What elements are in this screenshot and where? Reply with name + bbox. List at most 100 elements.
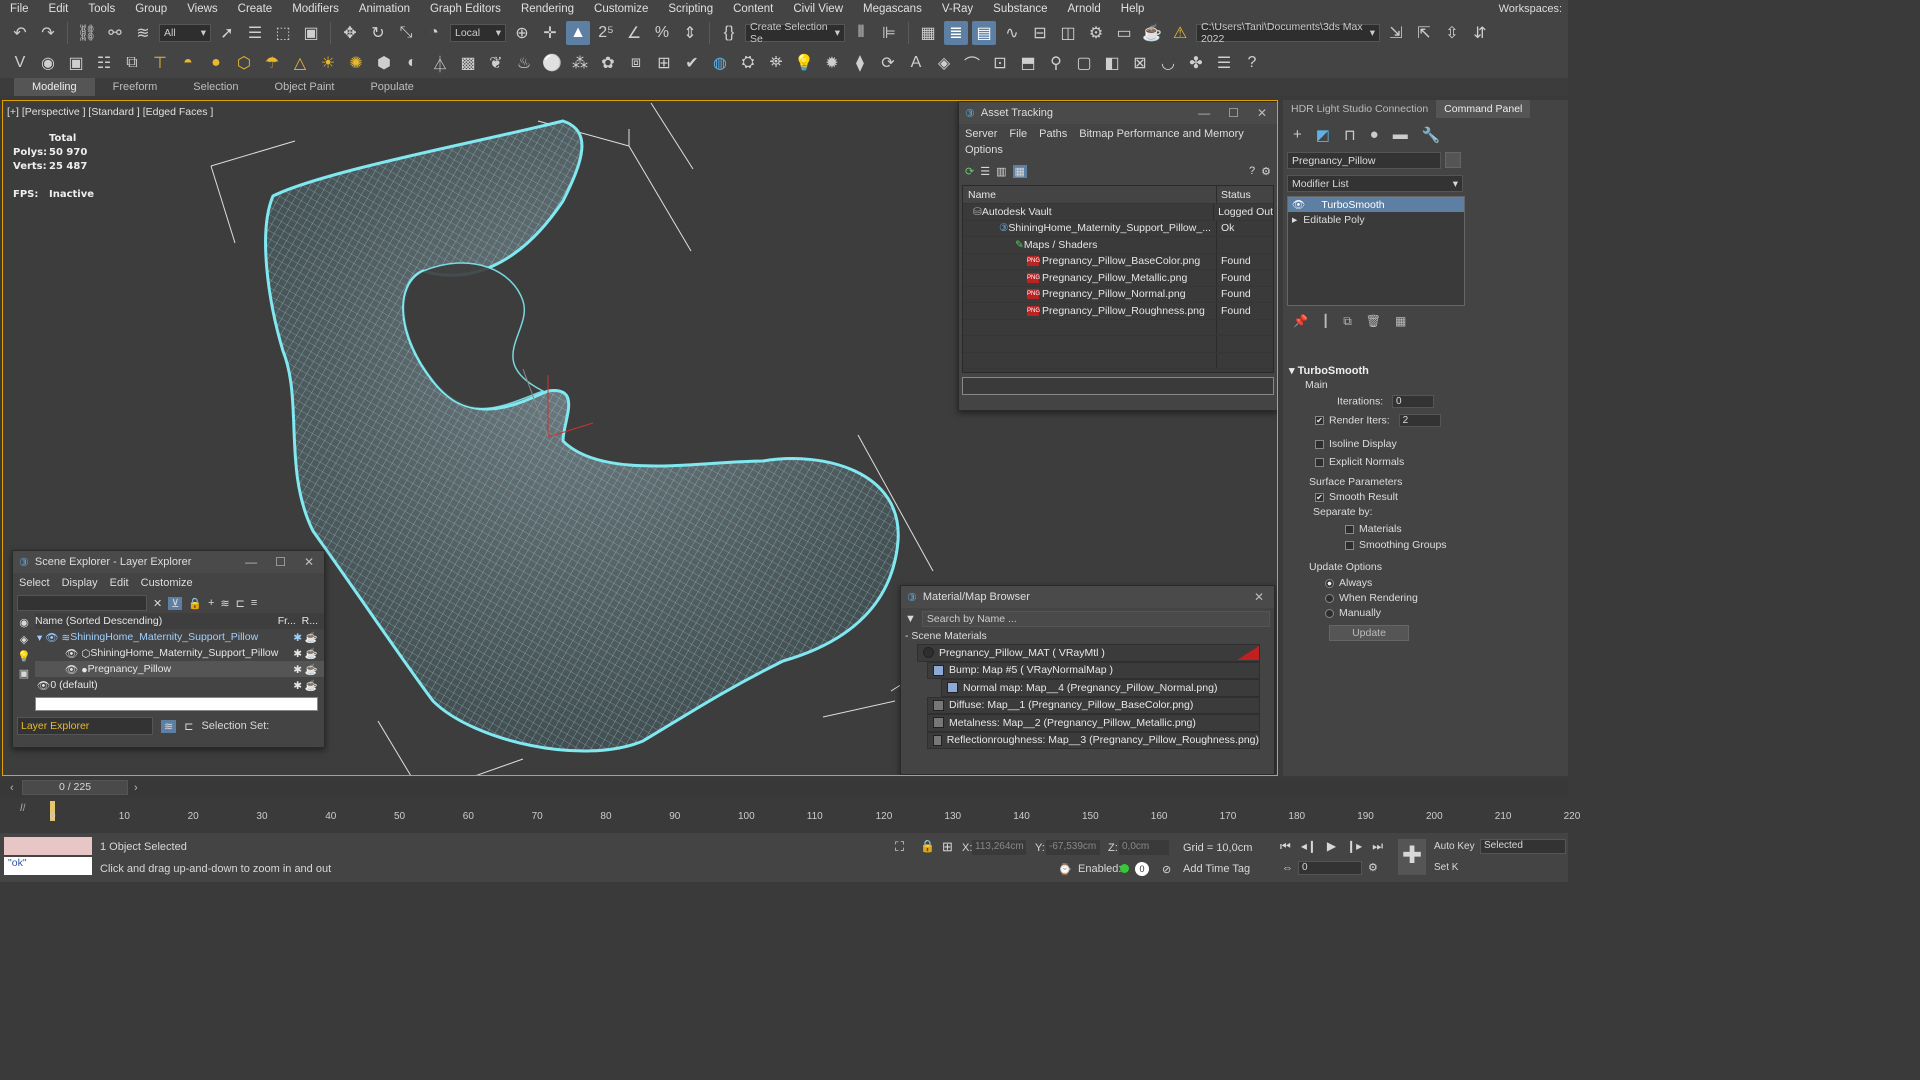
display-tab-icon[interactable]: ▬ <box>1393 126 1408 144</box>
schematic-view-icon[interactable]: ⊟ <box>1028 21 1052 45</box>
smooth-result-checkbox[interactable]: ✔ <box>1315 492 1324 502</box>
project-folder-dropdown[interactable]: C:\Users\Tani\Documents\3ds Max 2022 ▾ <box>1196 21 1380 45</box>
menu-item-edit[interactable]: Edit <box>39 3 79 15</box>
asset-row[interactable]: PNG Pregnancy_Pillow_BaseColor.png Found <box>963 253 1273 270</box>
arnold-text-icon[interactable]: A <box>904 51 928 75</box>
arnold-portal-icon[interactable]: ⊡ <box>988 51 1012 75</box>
previous-key-icon[interactable]: ◂❙ <box>1301 839 1317 854</box>
material-browser-titlebar[interactable]: ③ Material/Map Browser ✕ <box>901 586 1274 608</box>
sky-icon[interactable]: ✺ <box>344 51 368 75</box>
set-key-button[interactable]: Set K <box>1434 862 1458 873</box>
globe-icon[interactable]: ◍ <box>708 51 732 75</box>
asset-tracking-options-menu[interactable]: Options <box>959 144 1277 160</box>
named-selection-dropdown[interactable]: Create Selection Se ▾ <box>745 21 845 45</box>
always-radio[interactable] <box>1325 578 1334 588</box>
render-production-icon[interactable]: ☕ <box>1140 21 1164 45</box>
layers-icon[interactable]: ≋ <box>220 597 229 610</box>
motion-tab-icon[interactable]: ● <box>1370 126 1379 144</box>
angle-snap-icon[interactable]: ∠ <box>622 21 646 45</box>
arnold-render-icon[interactable]: ⛭ <box>736 51 760 75</box>
frame-icon[interactable]: ⊠ <box>1128 51 1152 75</box>
material-row[interactable]: Pregnancy_Pillow_MAT ( VRayMtl ) <box>917 644 1260 662</box>
arnold-scene-icon[interactable]: ⬒ <box>1016 51 1040 75</box>
camera-icon[interactable]: ▣ <box>64 51 88 75</box>
clear-icon[interactable]: ✕ <box>153 597 162 610</box>
map-row[interactable]: Bump: Map #5 ( VRayNormalMap ) <box>927 661 1260 679</box>
layout-icon[interactable]: ◧ <box>1100 51 1124 75</box>
scale-icon[interactable]: ⤡ <box>394 21 418 45</box>
arnold-curve-icon[interactable]: ⌒ <box>960 51 984 75</box>
map-row[interactable]: Reflectionroughness: Map__3 (Pregnancy_P… <box>927 731 1260 749</box>
object-color-swatch[interactable] <box>1445 152 1461 168</box>
select-object-icon[interactable]: ➚ <box>215 21 239 45</box>
plane-icon[interactable]: ⏃ <box>428 51 452 75</box>
menu-item-content[interactable]: Content <box>723 3 783 15</box>
dropdown-arrow-icon[interactable]: ▼ <box>905 613 916 625</box>
list-view-icon[interactable]: ☰ <box>1212 51 1236 75</box>
scene-explorer-icon[interactable]: ▦ <box>916 21 940 45</box>
map-row[interactable]: Metalness: Map__2 (Pregnancy_Pillow_Meta… <box>927 714 1260 732</box>
freeze-render-icon[interactable]: ✱ ☕ <box>293 647 324 660</box>
make-unique-icon[interactable]: ⧉ <box>1343 314 1352 329</box>
pin-stack-icon[interactable]: 📌 <box>1293 314 1308 329</box>
window-crossing-icon[interactable]: ▣ <box>299 21 323 45</box>
stack-item-turbosmooth[interactable]: 👁 TurboSmooth <box>1288 197 1464 212</box>
next-key-icon[interactable]: ❙▸ <box>1346 839 1362 854</box>
asset-row[interactable]: PNG Pregnancy_Pillow_Roughness.png Found <box>963 303 1273 320</box>
decal-icon[interactable]: ▩ <box>456 51 480 75</box>
explicit-normals-checkbox[interactable] <box>1315 457 1324 467</box>
menu-item-create[interactable]: Create <box>228 3 283 15</box>
table-view-icon[interactable]: ▦ <box>1012 164 1027 178</box>
absolute-mode-icon[interactable]: ⊞ <box>942 839 953 855</box>
grass-icon[interactable]: ❦ <box>484 51 508 75</box>
close-icon[interactable]: ✕ <box>1254 590 1264 604</box>
link-icon[interactable]: ⛓ <box>75 21 99 45</box>
project-save-icon[interactable]: ⇵ <box>1468 21 1492 45</box>
frozen-header[interactable]: Fr... <box>278 615 296 627</box>
asset-row[interactable]: ⛁ Autodesk Vault Logged Out <box>963 204 1273 221</box>
project-create-icon[interactable]: ⇱ <box>1412 21 1436 45</box>
when-rendering-radio[interactable] <box>1325 593 1334 603</box>
scene-menu-display[interactable]: Display <box>62 577 98 589</box>
track-bar[interactable]: 𝐼/ 0 10 20 30 40 50 60 70 80 90 100 110 120 130 140 150… <box>0 797 1580 833</box>
display-none-icon[interactable]: ◉ <box>19 616 29 629</box>
ies-light-icon[interactable]: ☂ <box>260 51 284 75</box>
help-icon[interactable]: ? <box>1240 51 1264 75</box>
ambient-light-icon[interactable]: △ <box>288 51 312 75</box>
isolate-selection-icon[interactable]: ⛶ <box>895 839 904 855</box>
rotate-icon[interactable]: ↻ <box>366 21 390 45</box>
select-manipulate-icon[interactable]: ✛ <box>538 21 562 45</box>
redo-icon[interactable]: ↷ <box>36 21 60 45</box>
go-to-start-icon[interactable]: ⏮ <box>1280 839 1291 854</box>
visibility-eye-icon[interactable]: 👁 ● <box>65 663 88 676</box>
manually-radio[interactable] <box>1325 608 1334 618</box>
remove-modifier-icon[interactable]: 🗑 <box>1366 314 1381 329</box>
layer-row[interactable]: ▾ 👁 ≋ ShiningHome_Maternity_Support_Pill… <box>35 629 324 645</box>
key-mode-icon[interactable]: ⇔ <box>1282 862 1293 874</box>
selection-filter-dropdown[interactable]: All ▾ <box>159 24 211 42</box>
reference-coordinate-dropdown[interactable]: Local ▾ <box>450 24 506 42</box>
create-tab-icon[interactable]: + <box>1293 126 1302 144</box>
move-icon[interactable]: ✥ <box>338 21 362 45</box>
ribbon-tab-selection[interactable]: Selection <box>175 78 256 96</box>
scene-materials-section[interactable]: - Scene Materials <box>901 630 1274 642</box>
place-icon[interactable]: ◔ <box>422 21 446 45</box>
fx-icon[interactable]: ✤ <box>1184 51 1208 75</box>
tab-hdr-light-studio[interactable]: HDR Light Studio Connection <box>1283 103 1436 115</box>
play-icon[interactable]: ▶ <box>1327 839 1336 854</box>
arnold-bulb-icon[interactable]: ⚲ <box>1044 51 1068 75</box>
menu-item-animation[interactable]: Animation <box>349 3 420 15</box>
menu-item-graph-editors[interactable]: Graph Editors <box>420 3 511 15</box>
keyboard-shortcut-override-icon[interactable]: ▲ <box>566 21 590 45</box>
hierarchy-icon[interactable]: ⊏ <box>236 597 245 610</box>
arnold-icon[interactable]: ◉ <box>36 51 60 75</box>
ribbon-tab-freeform[interactable]: Freeform <box>95 78 176 96</box>
y-coordinate-field[interactable]: -67,539cm <box>1046 840 1100 855</box>
bind-spacewarp-icon[interactable]: ≋ <box>131 21 155 45</box>
adaptive-degradation-icon[interactable]: 0 <box>1135 862 1149 876</box>
materials-checkbox[interactable] <box>1345 524 1354 534</box>
asset-row[interactable]: ✎ Maps / Shaders <box>963 237 1273 254</box>
display-lights-icon[interactable]: 💡 <box>17 650 31 663</box>
scene-menu-customize[interactable]: Customize <box>141 577 193 589</box>
asset-menu-paths[interactable]: Paths <box>1039 128 1067 140</box>
